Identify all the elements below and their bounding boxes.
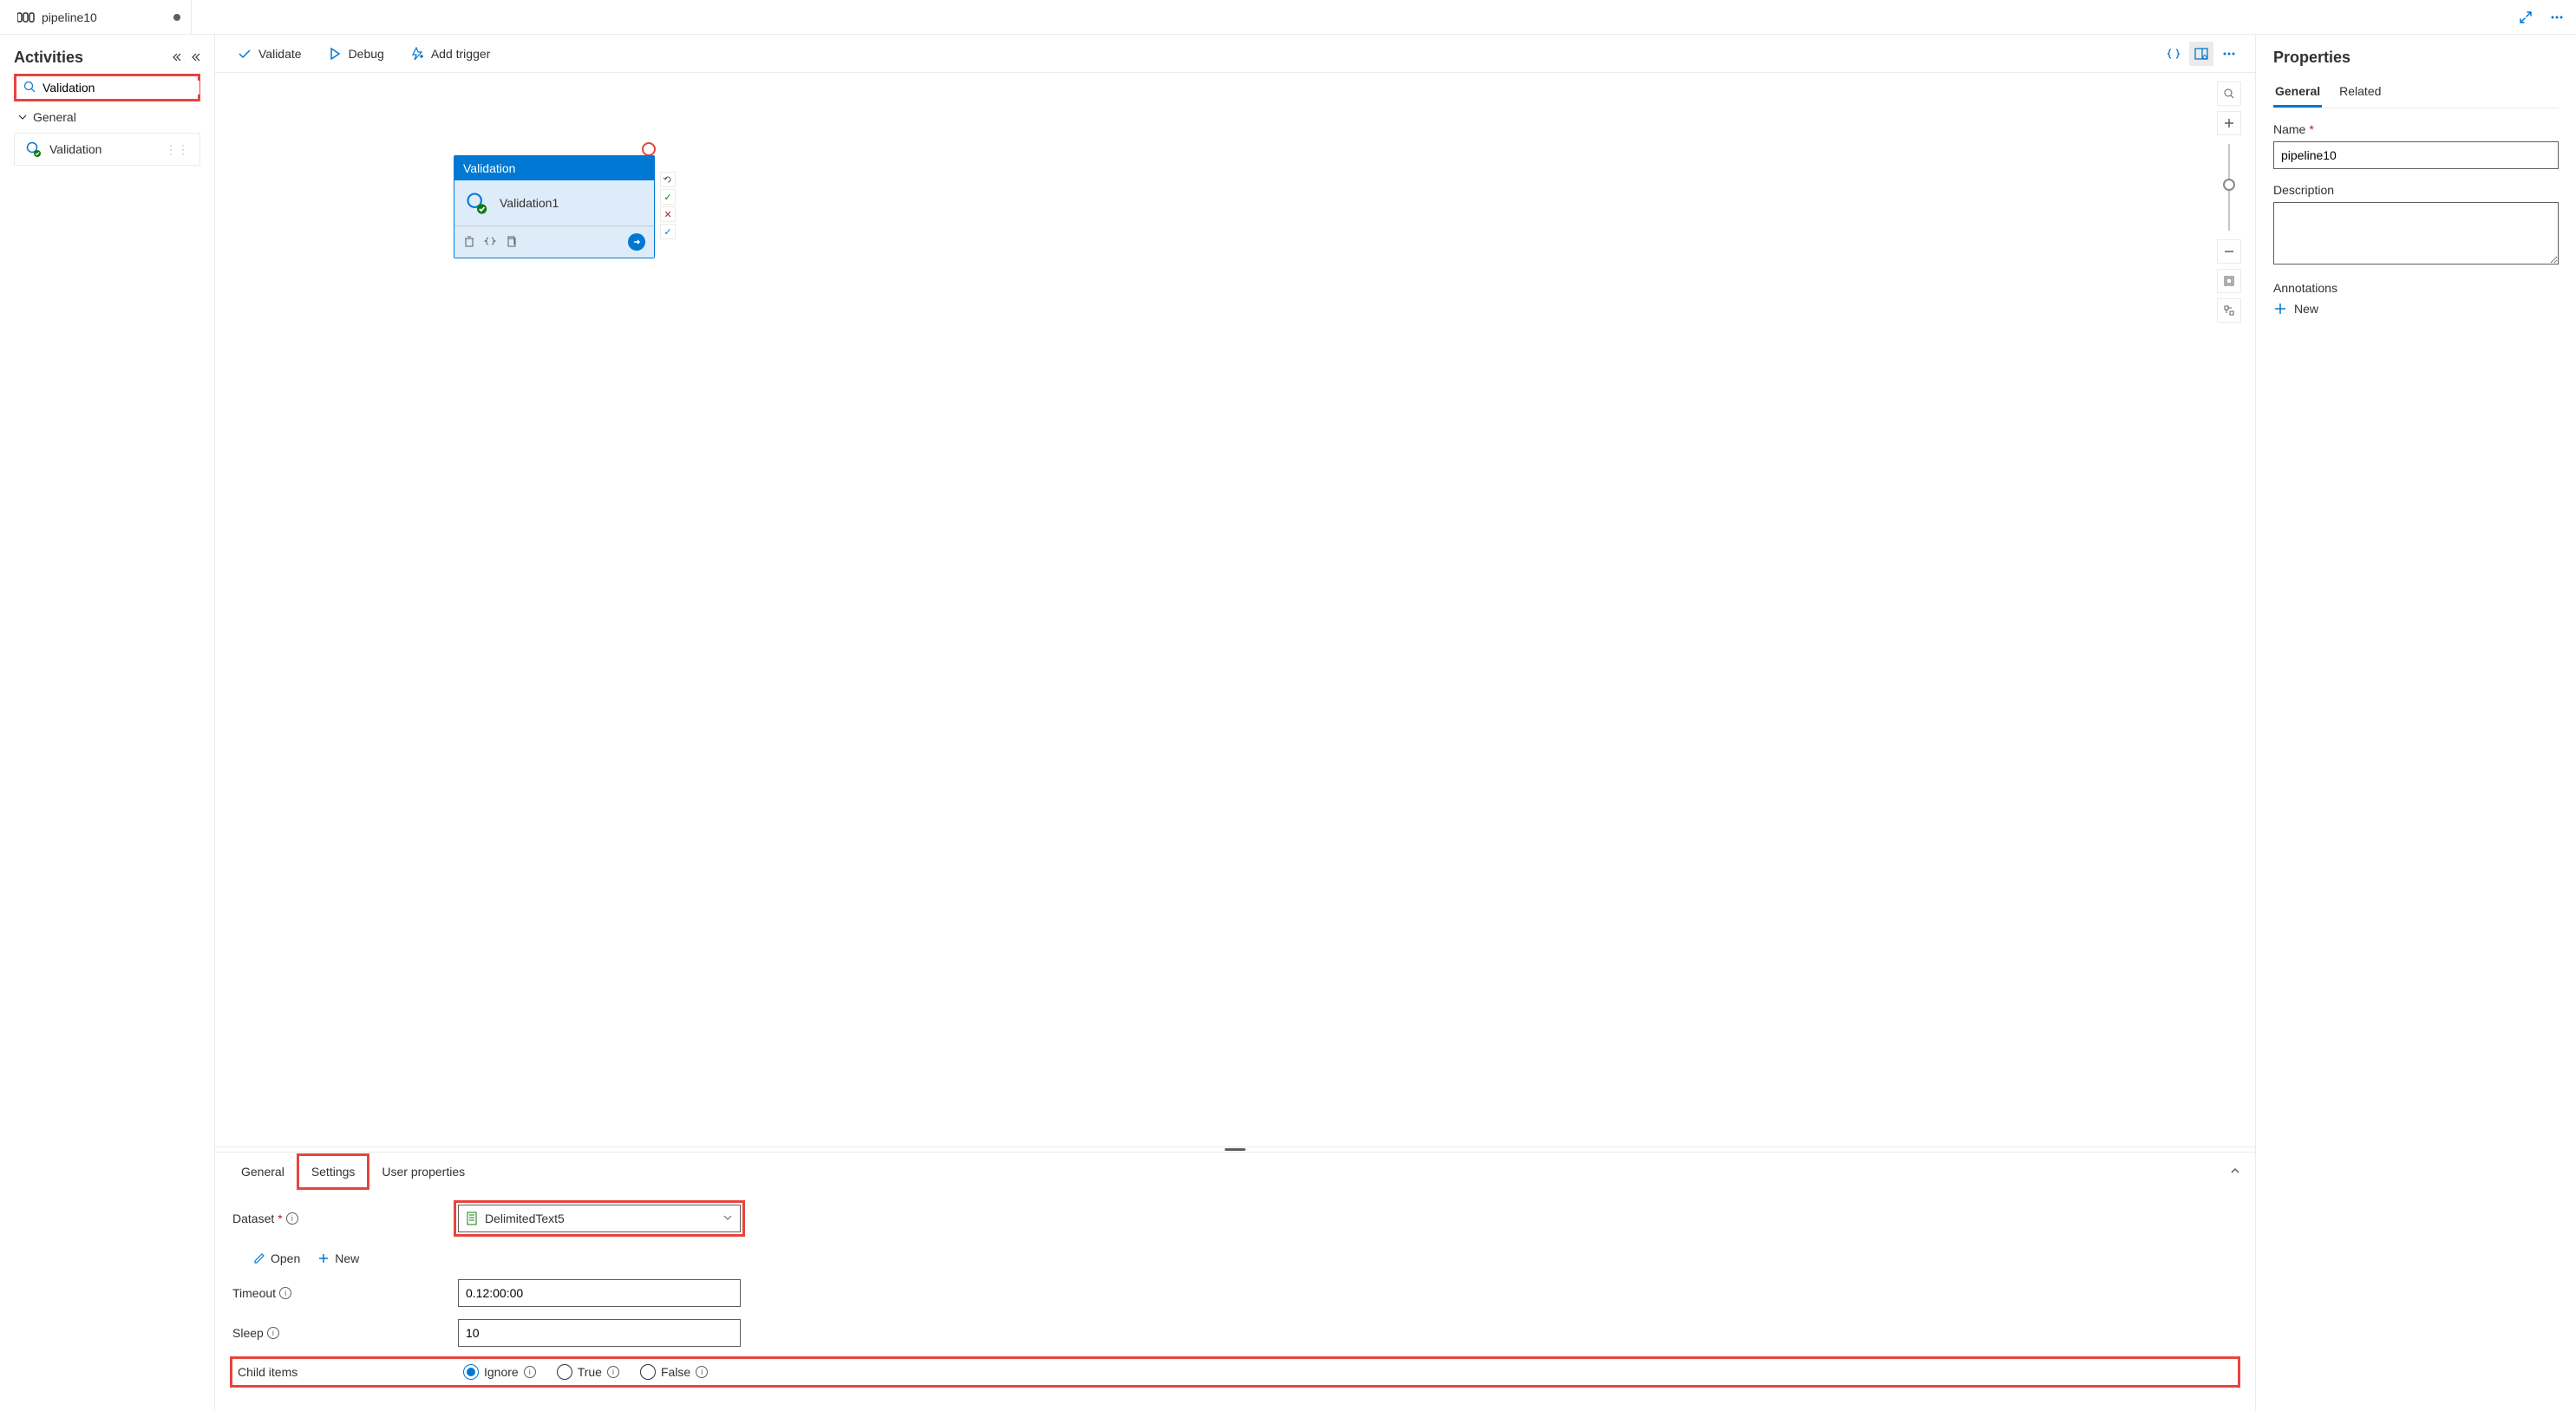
description-textarea[interactable]: [2273, 202, 2559, 265]
properties-title: Properties: [2273, 49, 2559, 67]
child-items-label: Child items: [238, 1365, 463, 1379]
tab-dirty-indicator: [173, 14, 180, 21]
open-dataset-button[interactable]: Open: [253, 1251, 300, 1265]
zoom-slider[interactable]: [2228, 144, 2230, 231]
validation-activity-node[interactable]: Validation Validation1: [454, 155, 655, 258]
info-icon[interactable]: i: [696, 1366, 708, 1378]
radio-false[interactable]: False i: [640, 1364, 708, 1380]
node-side-icons: ✓ ✕ ✓: [660, 172, 676, 239]
search-canvas-icon[interactable]: [2217, 82, 2241, 106]
trigger-icon: [410, 47, 424, 61]
toolbar-more-icon[interactable]: [2217, 42, 2241, 66]
check-icon: [238, 47, 252, 61]
tab-bar: pipeline10: [0, 0, 2576, 35]
failure-icon[interactable]: ✕: [660, 206, 676, 222]
panel-tab-settings[interactable]: Settings: [297, 1153, 370, 1190]
new-dataset-button[interactable]: New: [317, 1251, 359, 1265]
activities-search-box[interactable]: [14, 74, 200, 101]
section-general[interactable]: General: [14, 101, 200, 133]
info-icon[interactable]: i: [267, 1327, 279, 1339]
properties-toggle-button[interactable]: [2189, 42, 2213, 66]
canvas-tools: [2217, 82, 2241, 323]
timeout-input[interactable]: [458, 1279, 741, 1307]
more-icon[interactable]: [2545, 5, 2569, 29]
tab-title: pipeline10: [42, 10, 97, 24]
activity-validation[interactable]: Validation ⋮⋮: [14, 133, 200, 166]
dataset-label: Dataset * i: [232, 1212, 458, 1225]
expand-icon[interactable]: [2514, 5, 2538, 29]
completion-icon[interactable]: ✓: [660, 224, 676, 239]
retry-icon[interactable]: [660, 172, 676, 187]
validation-icon: [25, 140, 42, 158]
info-icon[interactable]: i: [524, 1366, 536, 1378]
timeout-label: Timeout i: [232, 1286, 458, 1300]
sleep-label: Sleep i: [232, 1326, 458, 1340]
activities-sidebar: Activities General Validation ⋮⋮: [0, 35, 215, 1411]
dataset-select[interactable]: DelimitedText5: [458, 1205, 741, 1232]
search-input[interactable]: [42, 81, 199, 95]
expand-collapse-icon[interactable]: [173, 51, 185, 65]
auto-align-icon[interactable]: [2217, 298, 2241, 323]
add-trigger-button[interactable]: Add trigger: [402, 42, 499, 66]
chevron-down-icon: [17, 112, 28, 122]
plus-icon: [317, 1252, 330, 1264]
panel-tab-general[interactable]: General: [229, 1156, 297, 1187]
pipeline-canvas[interactable]: Validation Validation1: [215, 73, 2255, 1146]
success-icon[interactable]: ✓: [660, 189, 676, 205]
props-tab-related[interactable]: Related: [2337, 77, 2383, 108]
panel-collapse-icon[interactable]: [2229, 1165, 2241, 1179]
fit-screen-icon[interactable]: [2217, 269, 2241, 293]
validation-icon: [465, 191, 489, 215]
info-icon[interactable]: i: [279, 1287, 291, 1299]
play-icon: [328, 47, 342, 61]
delete-icon[interactable]: [463, 235, 475, 250]
info-icon[interactable]: i: [286, 1212, 298, 1225]
dataset-icon: [466, 1212, 478, 1225]
info-icon[interactable]: i: [607, 1366, 619, 1378]
debug-button[interactable]: Debug: [319, 42, 393, 66]
radio-true[interactable]: True i: [557, 1364, 619, 1380]
panel-tab-user-properties[interactable]: User properties: [369, 1156, 477, 1187]
zoom-in-icon[interactable]: [2217, 111, 2241, 135]
sleep-input[interactable]: [458, 1319, 741, 1347]
pipeline-tab[interactable]: pipeline10: [7, 0, 192, 34]
code-view-button[interactable]: [2161, 42, 2186, 66]
name-field-label: Name*: [2273, 122, 2559, 136]
description-field-label: Description: [2273, 183, 2559, 197]
chevron-down-icon: [722, 1212, 733, 1225]
props-tab-general[interactable]: General: [2273, 77, 2322, 108]
settings-panel: General Settings User properties Dataset…: [215, 1152, 2255, 1411]
copy-icon[interactable]: [505, 235, 517, 250]
code-icon[interactable]: [484, 235, 496, 250]
node-type-label: Validation: [454, 156, 654, 180]
search-icon: [23, 81, 36, 95]
pipeline-icon: [17, 10, 35, 24]
zoom-out-icon[interactable]: [2217, 239, 2241, 264]
validate-button[interactable]: Validate: [229, 42, 311, 66]
collapse-sidebar-icon[interactable]: [188, 51, 200, 65]
status-indicator: [642, 142, 656, 156]
pipeline-toolbar: Validate Debug Add trigger: [215, 35, 2255, 73]
radio-ignore[interactable]: Ignore i: [463, 1364, 536, 1380]
node-name: Validation1: [500, 196, 559, 210]
annotations-label: Annotations: [2273, 281, 2559, 295]
plus-icon: [2273, 302, 2287, 316]
pencil-icon: [253, 1252, 265, 1264]
sidebar-title: Activities: [14, 49, 83, 67]
name-input[interactable]: [2273, 141, 2559, 169]
properties-panel: Properties General Related Name* Descrip…: [2255, 35, 2576, 1411]
drag-handle-icon: ⋮⋮: [165, 142, 189, 157]
add-annotation-button[interactable]: New: [2273, 302, 2559, 316]
expand-node-icon[interactable]: [628, 233, 645, 251]
